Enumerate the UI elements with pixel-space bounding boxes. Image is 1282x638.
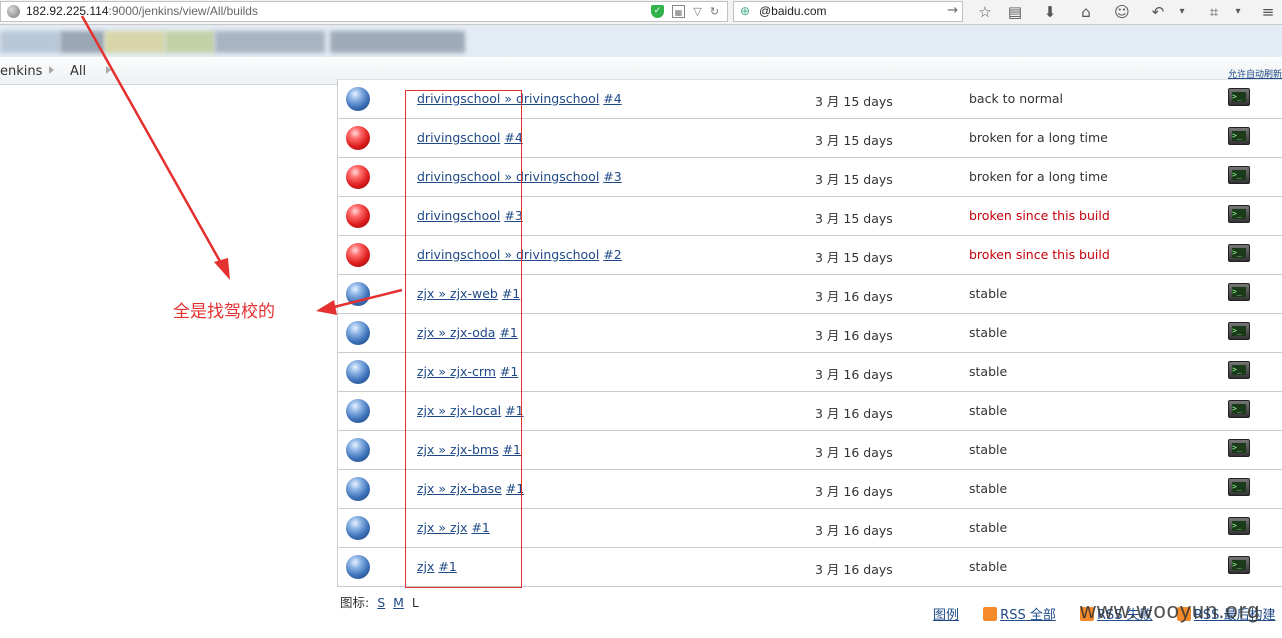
annotation-arrow-head — [316, 300, 337, 315]
annotation-arrow-line — [329, 288, 403, 310]
annotation-text: 全是找驾校的 — [173, 302, 275, 322]
annotation-arrow-line — [80, 15, 228, 273]
annotation-arrow-head — [214, 258, 230, 280]
